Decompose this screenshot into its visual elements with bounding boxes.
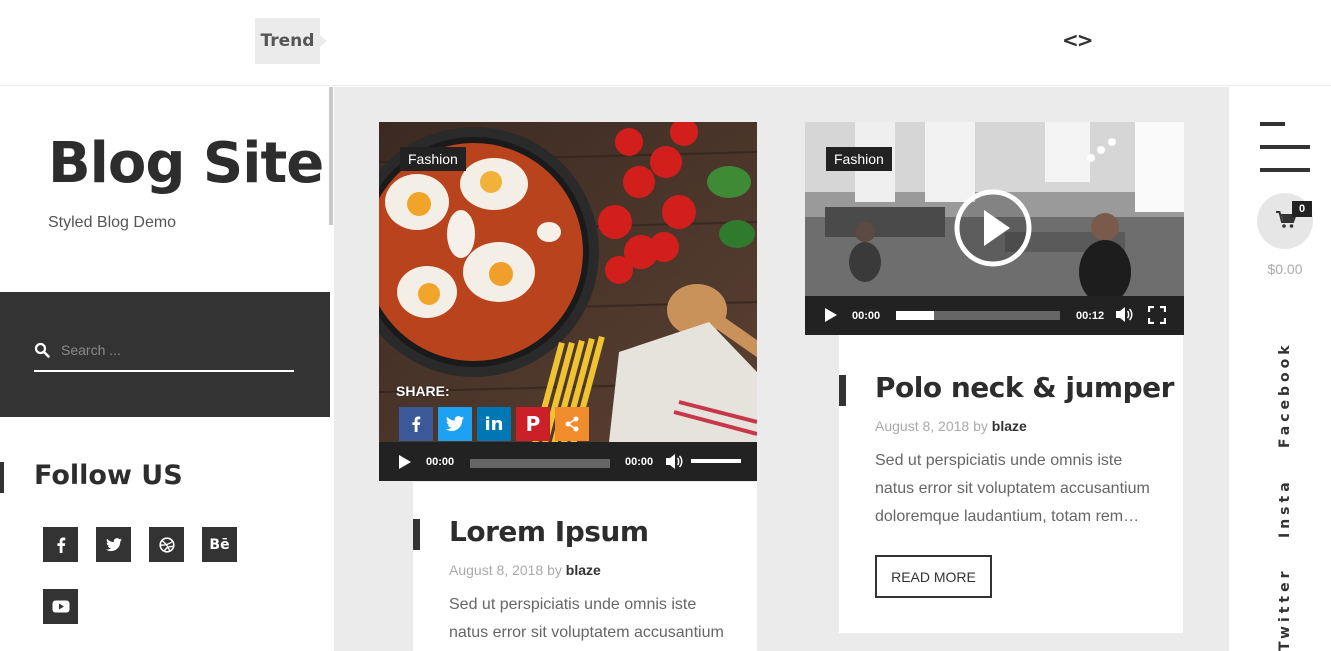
site-title[interactable]: Blog Site	[48, 131, 324, 196]
post-author[interactable]: blaze	[566, 562, 601, 578]
cart-total: $0.00	[1267, 261, 1303, 277]
side-link-twitter[interactable]: Twitter	[1277, 567, 1293, 651]
category-badge[interactable]: Fashion	[826, 147, 892, 171]
share-pinterest-icon[interactable]: P	[516, 407, 550, 441]
top-bar	[0, 0, 1331, 86]
dribbble-icon[interactable]	[149, 527, 184, 562]
player-buffer-fill	[896, 311, 934, 320]
fullscreen-icon[interactable]	[1148, 306, 1166, 324]
post-author[interactable]: blaze	[992, 418, 1027, 434]
share-twitter-icon[interactable]	[438, 407, 472, 441]
volume-icon[interactable]	[1115, 306, 1133, 323]
post-excerpt: Sed ut perspiciatis unde omnis iste natu…	[875, 452, 1150, 525]
cart-count-badge: 0	[1292, 201, 1312, 217]
twitter-icon[interactable]	[96, 527, 131, 562]
category-badge[interactable]: Fashion	[400, 147, 466, 171]
search-input[interactable]	[61, 338, 281, 362]
post-accent-bar	[413, 519, 420, 550]
player-current-time: 00:00	[426, 456, 455, 468]
search-form	[34, 332, 294, 372]
side-link-insta[interactable]: Insta	[1277, 478, 1293, 538]
sidebar-scrollbar[interactable]	[329, 87, 333, 225]
post-accent-bar	[839, 375, 846, 406]
youtube-icon[interactable]	[43, 589, 78, 624]
big-play-icon[interactable]	[953, 188, 1033, 268]
ticker-nav-arrows[interactable]: <>	[1062, 28, 1093, 52]
site-tagline: Styled Blog Demo	[48, 214, 177, 231]
post-meta: August 8, 2018 by blaze	[449, 562, 601, 578]
share-label: SHARE:	[396, 383, 450, 399]
trend-label: Trend	[255, 18, 327, 64]
behance-icon[interactable]: Bē	[202, 527, 237, 562]
video-player-controls: 00:00 00:12	[805, 296, 1184, 335]
side-link-facebook[interactable]: Facebook	[1277, 341, 1293, 448]
follow-title: Follow US	[34, 460, 183, 491]
search-icon[interactable]	[34, 342, 50, 358]
post-title[interactable]: Lorem Ipsum	[449, 515, 649, 548]
facebook-icon[interactable]	[43, 527, 78, 562]
player-seek-bar[interactable]	[896, 311, 1060, 320]
share-facebook-icon[interactable]	[399, 407, 433, 441]
share-linkedin-icon[interactable]: in	[477, 407, 511, 441]
play-icon[interactable]	[824, 307, 838, 323]
volume-icon[interactable]	[665, 453, 683, 470]
read-more-button[interactable]: READ MORE	[875, 555, 992, 598]
post-date[interactable]: August 8, 2018	[449, 562, 543, 578]
play-icon[interactable]	[398, 454, 412, 470]
post-by: by	[547, 562, 562, 578]
follow-accent-bar	[0, 462, 4, 493]
audio-player: 00:00 00:00	[379, 442, 757, 481]
volume-slider[interactable]	[691, 459, 741, 463]
player-seek-bar[interactable]	[470, 459, 610, 468]
post-by: by	[973, 418, 988, 434]
post-excerpt: Sed ut perspiciatis unde omnis iste natu…	[449, 596, 724, 641]
player-duration: 00:00	[625, 456, 654, 468]
post-title[interactable]: Polo neck & jumper	[875, 371, 1174, 404]
player-duration: 00:12	[1076, 310, 1105, 322]
post-meta: August 8, 2018 by blaze	[875, 418, 1027, 434]
share-more-icon[interactable]	[555, 407, 589, 441]
player-current-time: 00:00	[852, 310, 881, 322]
post-date[interactable]: August 8, 2018	[875, 418, 969, 434]
